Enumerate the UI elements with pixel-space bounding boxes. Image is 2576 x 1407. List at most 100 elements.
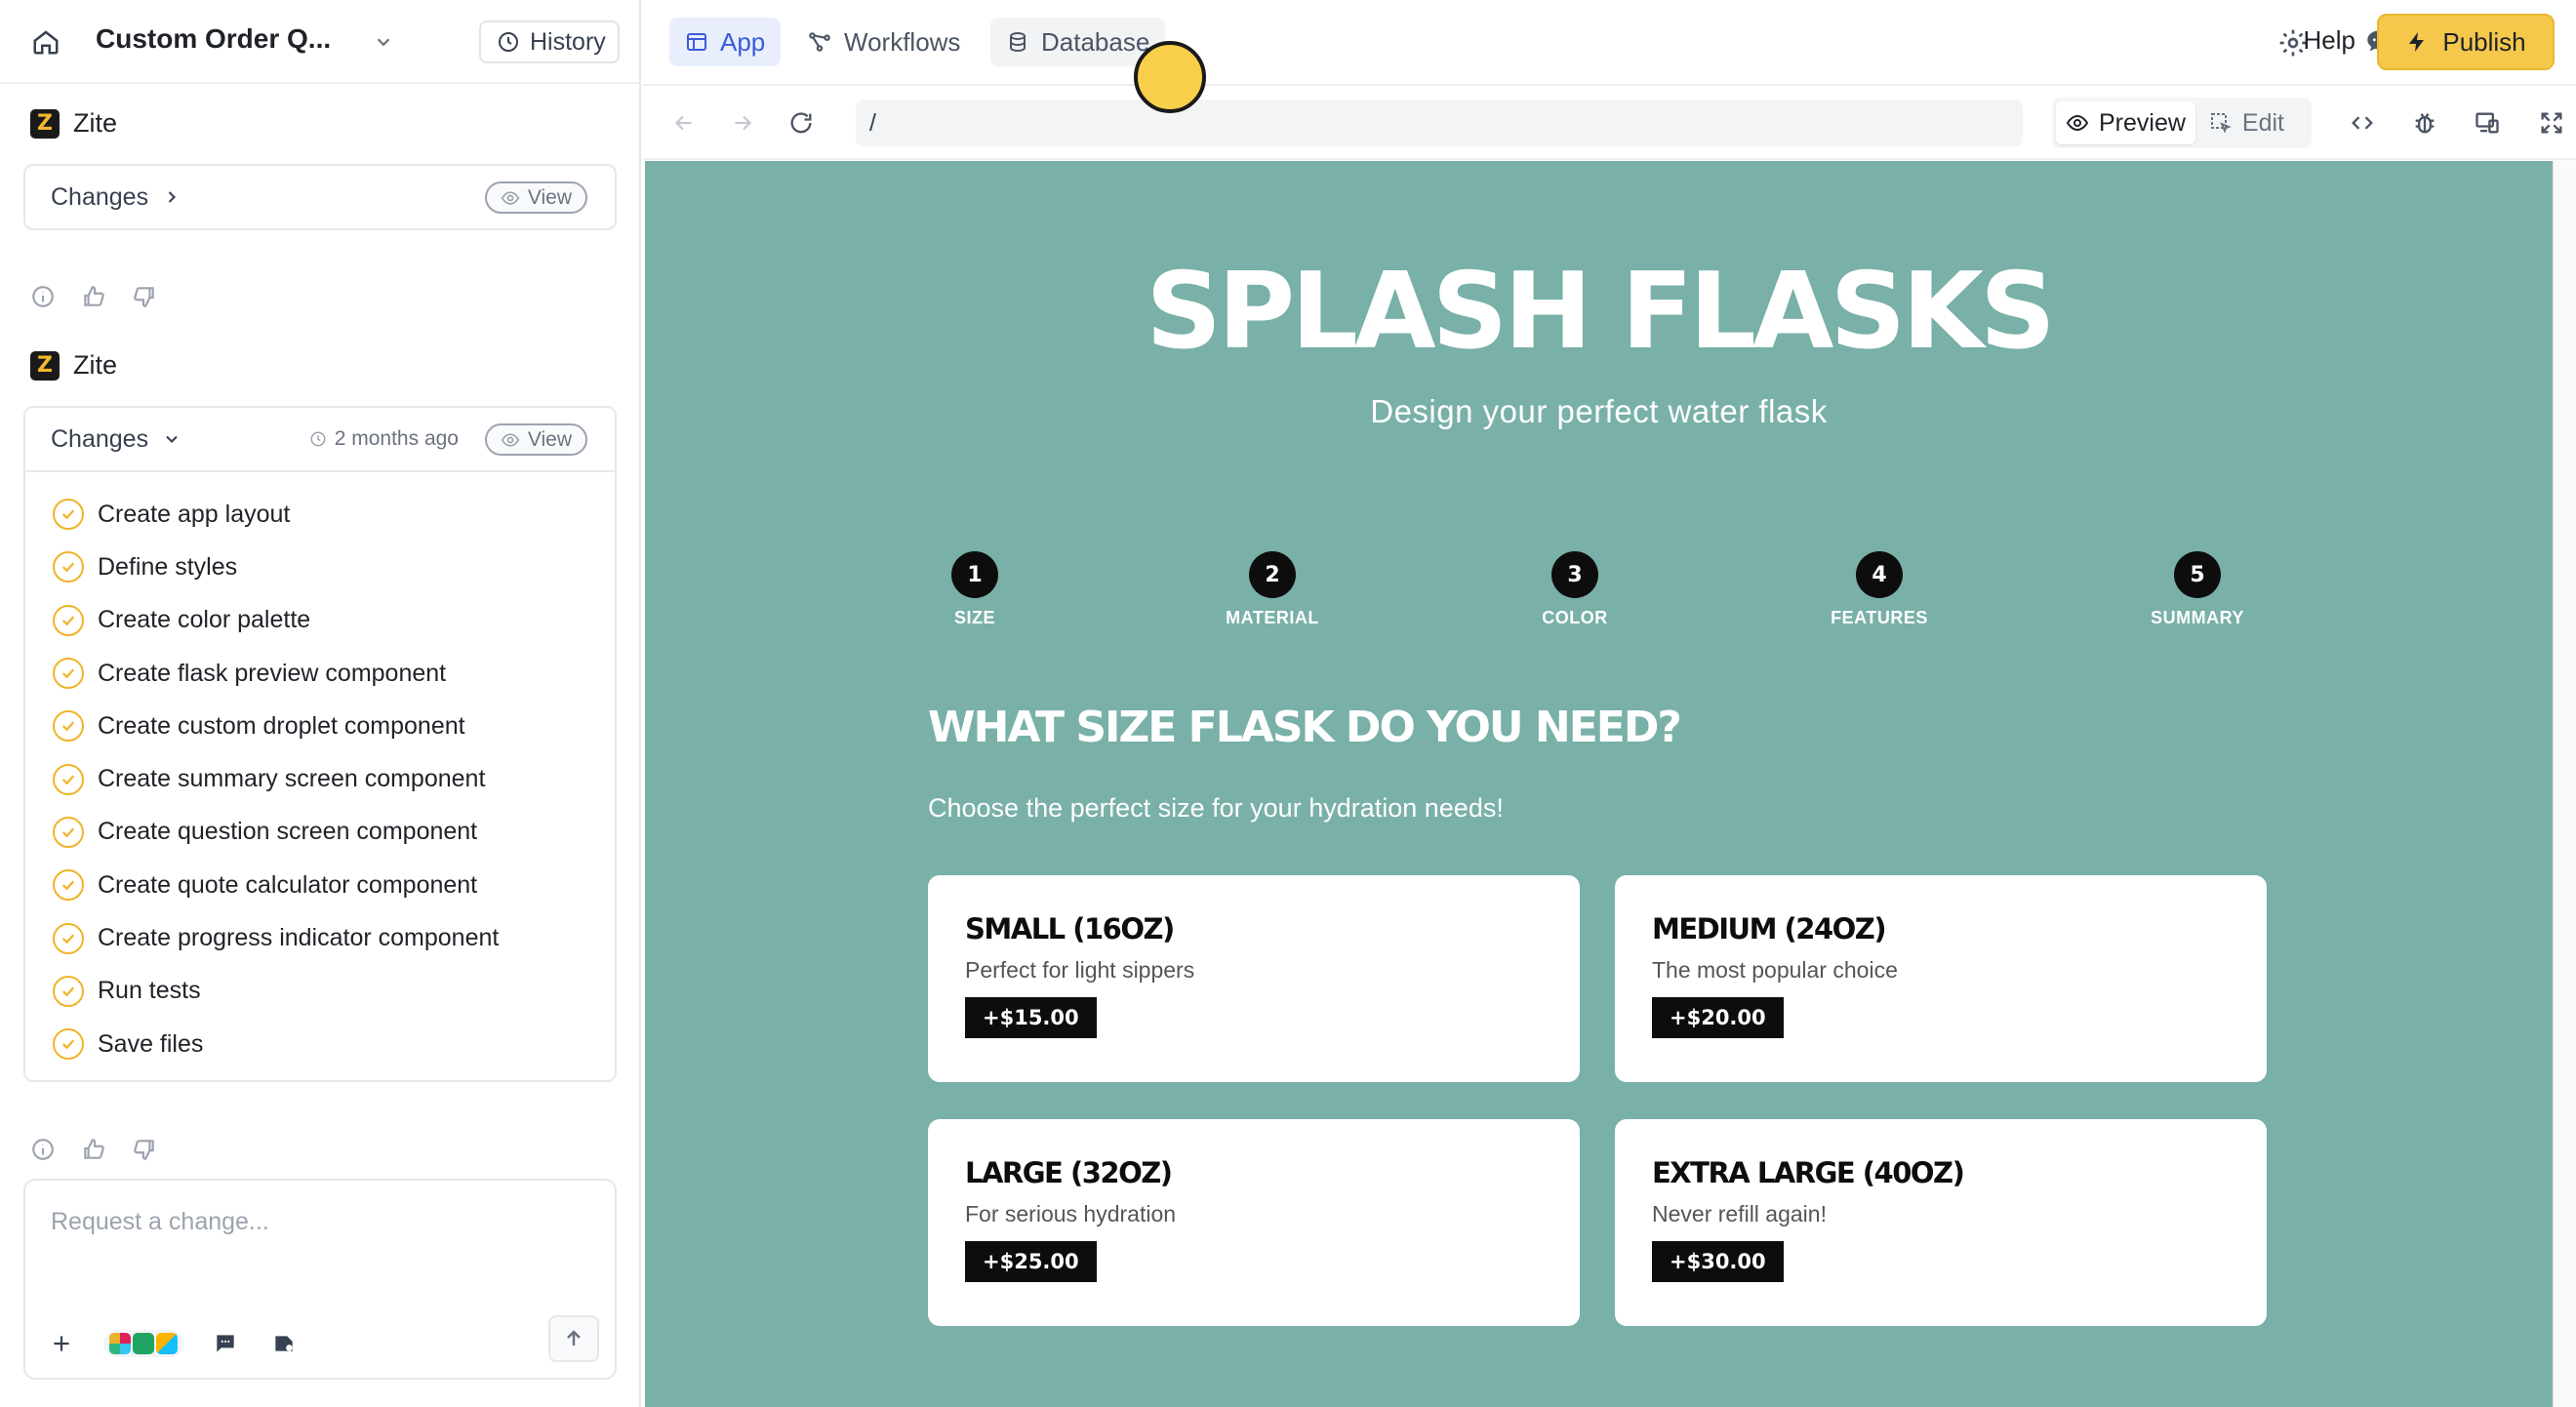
step-number: 3 bbox=[1551, 551, 1598, 598]
plus-icon[interactable] bbox=[45, 1327, 78, 1360]
history-button[interactable]: History bbox=[479, 20, 620, 63]
tab-workflows[interactable]: Workflows bbox=[791, 18, 976, 66]
task-item: Save files bbox=[53, 1018, 615, 1070]
size-option-card[interactable]: MEDIUM (24OZ) The most popular choice +$… bbox=[1615, 875, 2267, 1082]
option-description: The most popular choice bbox=[1652, 957, 1898, 983]
fullscreen-icon[interactable] bbox=[2536, 107, 2567, 139]
eye-icon bbox=[501, 190, 520, 205]
request-toolbar bbox=[45, 1327, 301, 1360]
chat-panel: Custom Order Q... History Z Zite Changes… bbox=[0, 0, 641, 1407]
eye-icon bbox=[501, 432, 520, 447]
edit-label: Edit bbox=[2241, 108, 2285, 137]
changes-card: Changes View bbox=[23, 164, 617, 230]
timestamp-label: 2 months ago bbox=[334, 427, 459, 450]
changes-label: Changes bbox=[51, 424, 149, 453]
task-label: Create question screen component bbox=[98, 818, 478, 846]
step-number: 2 bbox=[1249, 551, 1296, 598]
thumbs-down-icon[interactable] bbox=[131, 1136, 158, 1163]
url-text: / bbox=[869, 108, 876, 137]
assistant-name: Zite bbox=[73, 108, 118, 138]
chevron-right-icon bbox=[168, 191, 177, 203]
changes-header[interactable]: Changes View bbox=[25, 166, 615, 228]
changes-header[interactable]: Changes 2 months ago View bbox=[25, 408, 615, 470]
size-option-card[interactable]: SMALL (16OZ) Perfect for light sippers +… bbox=[928, 875, 1580, 1082]
size-option-card[interactable]: LARGE (32OZ) For serious hydration +$25.… bbox=[928, 1119, 1580, 1326]
tab-workflows-label: Workflows bbox=[844, 26, 961, 57]
eye-icon bbox=[2066, 114, 2089, 132]
app-window-icon bbox=[687, 33, 706, 51]
step-label: SIZE bbox=[953, 608, 995, 627]
mouse-cursor-indicator bbox=[1134, 41, 1206, 113]
code-icon[interactable] bbox=[2347, 107, 2378, 139]
feedback-row bbox=[29, 1136, 158, 1163]
edit-button[interactable]: Edit bbox=[2199, 101, 2294, 144]
chevron-down-icon[interactable] bbox=[369, 27, 398, 57]
task-label: Save files bbox=[98, 1029, 204, 1058]
step-number: 1 bbox=[951, 551, 998, 598]
thumbs-up-icon[interactable] bbox=[80, 283, 107, 310]
project-title[interactable]: Custom Order Q... bbox=[96, 23, 331, 55]
progress-step[interactable]: 2 MATERIAL bbox=[1204, 551, 1341, 628]
back-arrow-icon[interactable] bbox=[668, 107, 700, 139]
thumbs-up-icon[interactable] bbox=[80, 1136, 107, 1163]
option-description: For serious hydration bbox=[965, 1201, 1177, 1226]
progress-step[interactable]: 4 FEATURES bbox=[1811, 551, 1948, 628]
chat-icon[interactable] bbox=[209, 1327, 242, 1360]
step-number: 5 bbox=[2174, 551, 2221, 598]
info-icon[interactable] bbox=[29, 1136, 57, 1163]
option-price: +$15.00 bbox=[965, 997, 1097, 1038]
forward-arrow-icon[interactable] bbox=[727, 107, 758, 139]
option-name: EXTRA LARGE (40OZ) bbox=[1652, 1156, 1965, 1189]
request-input[interactable] bbox=[51, 1208, 587, 1236]
progress-step[interactable]: 3 COLOR bbox=[1507, 551, 1643, 628]
tab-app[interactable]: App bbox=[669, 18, 782, 66]
option-name: LARGE (32OZ) bbox=[965, 1156, 1173, 1189]
check-circle-icon bbox=[53, 922, 84, 954]
question-title: WHAT SIZE FLASK DO YOU NEED? bbox=[928, 703, 1682, 752]
option-description: Never refill again! bbox=[1652, 1201, 1827, 1226]
view-button[interactable]: View bbox=[484, 423, 587, 456]
lightning-icon bbox=[2409, 32, 2425, 52]
bug-icon[interactable] bbox=[2409, 107, 2440, 139]
workflow-icon bbox=[809, 32, 830, 52]
progress-step[interactable]: 5 SUMMARY bbox=[2129, 551, 2266, 628]
top-bar: App Workflows Database Help Publish bbox=[643, 0, 2576, 86]
preview-button[interactable]: Preview bbox=[2056, 101, 2195, 144]
view-label: View bbox=[527, 427, 572, 451]
feedback-row bbox=[29, 283, 158, 310]
step-label: COLOR bbox=[1542, 608, 1608, 627]
select-cursor-icon bbox=[2210, 113, 2232, 134]
task-label: Create color palette bbox=[98, 606, 311, 634]
chevron-down-icon bbox=[166, 435, 178, 443]
task-label: Create app layout bbox=[98, 500, 291, 528]
task-item: Create question screen component bbox=[53, 806, 615, 859]
size-option-card[interactable]: EXTRA LARGE (40OZ) Never refill again! +… bbox=[1615, 1119, 2267, 1326]
task-item: Create quote calculator component bbox=[53, 859, 615, 911]
task-label: Create flask preview component bbox=[98, 659, 447, 687]
responsive-devices-icon[interactable] bbox=[2472, 107, 2503, 139]
option-price: +$20.00 bbox=[1652, 997, 1784, 1038]
task-item: Create color palette bbox=[53, 594, 615, 647]
info-icon[interactable] bbox=[29, 283, 57, 310]
changes-card: Changes 2 months ago View Create app lay… bbox=[23, 406, 617, 1083]
task-label: Create summary screen component bbox=[98, 765, 486, 793]
arrow-up-icon bbox=[567, 1330, 581, 1346]
url-bar[interactable]: / bbox=[856, 100, 2023, 146]
publish-button[interactable]: Publish bbox=[2377, 14, 2555, 70]
home-icon[interactable] bbox=[29, 25, 62, 59]
app-subtitle: Design your perfect water flask bbox=[1370, 393, 1828, 429]
progress-step[interactable]: 1 SIZE bbox=[906, 551, 1043, 628]
thumbs-down-icon[interactable] bbox=[131, 283, 158, 310]
request-box bbox=[23, 1179, 617, 1380]
integrations-button[interactable] bbox=[103, 1330, 183, 1357]
tab-app-label: App bbox=[720, 26, 766, 57]
send-button[interactable] bbox=[548, 1315, 599, 1362]
view-button[interactable]: View bbox=[484, 181, 587, 214]
refresh-icon[interactable] bbox=[785, 107, 817, 139]
question-subtitle: Choose the perfect size for your hydrati… bbox=[928, 793, 1504, 823]
assistant-header: Z Zite bbox=[30, 108, 117, 139]
history-label: History bbox=[530, 27, 606, 56]
palette-icon[interactable] bbox=[267, 1327, 301, 1360]
step-label: MATERIAL bbox=[1226, 608, 1319, 627]
preview-scrollbar[interactable] bbox=[2553, 161, 2576, 1407]
